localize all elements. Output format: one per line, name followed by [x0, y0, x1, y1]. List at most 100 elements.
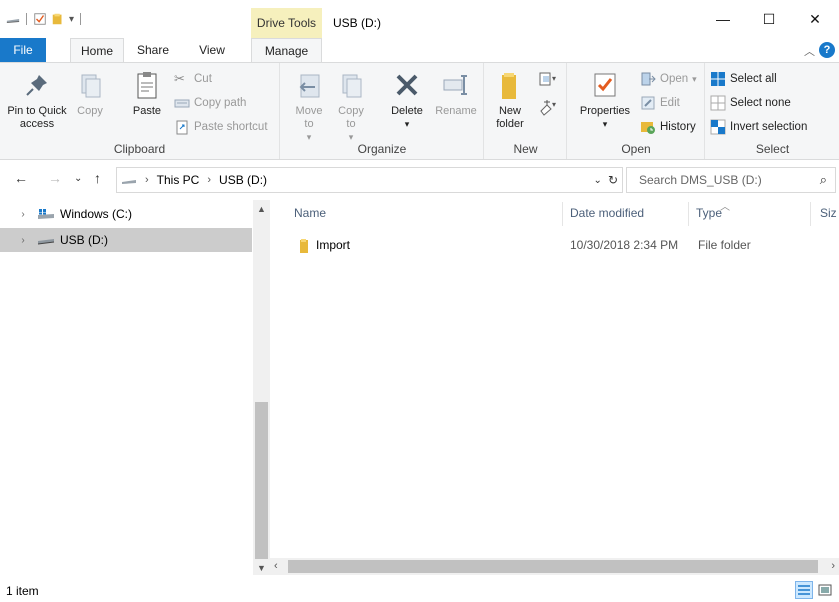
title-bar: ▾ Drive Tools USB (D:) — ☐ ✕: [0, 0, 839, 38]
expand-chevron-icon[interactable]: ›: [14, 209, 32, 220]
nav-vertical-scrollbar[interactable]: ▲ ▼: [253, 200, 270, 575]
item-count: 1 item: [6, 584, 39, 598]
rename-button[interactable]: Rename: [433, 69, 479, 118]
scroll-up-icon[interactable]: ▲: [253, 204, 270, 214]
column-divider[interactable]: [562, 202, 563, 226]
breadcrumb-chevron-icon[interactable]: ›: [145, 174, 149, 186]
details-view-button[interactable]: [795, 581, 813, 599]
separator: [80, 13, 82, 25]
ribbon-tabs: File Home Share View Manage: [0, 38, 839, 63]
copy-to-button[interactable]: Copy to ▾: [333, 69, 369, 144]
breadcrumb-chevron-icon[interactable]: ›: [207, 174, 211, 186]
nav-item-label: Windows (C:): [60, 207, 133, 221]
breadcrumb-usb-drive[interactable]: USB (D:): [219, 173, 267, 187]
select-none-label: Select none: [730, 97, 791, 109]
scroll-right-icon[interactable]: ›: [831, 560, 835, 572]
large-icons-view-icon: [818, 584, 832, 596]
help-icon[interactable]: ?: [819, 42, 835, 58]
breadcrumb-this-pc[interactable]: This PC: [157, 173, 200, 187]
column-header-type[interactable]: Type: [696, 206, 722, 220]
delete-label: Delete: [391, 105, 423, 117]
column-header-size[interactable]: Siz: [820, 206, 837, 220]
refresh-icon[interactable]: ↻: [608, 173, 618, 187]
search-icon[interactable]: ⌕: [820, 172, 827, 188]
search-input[interactable]: Search DMS_USB (D:) ⌕: [626, 167, 836, 193]
edit-icon: [641, 96, 655, 110]
copy-path-button[interactable]: Copy path: [174, 93, 246, 113]
copy-path-icon: [174, 99, 190, 108]
rename-icon: [443, 75, 467, 95]
paste-shortcut-label: Paste shortcut: [194, 121, 268, 133]
column-divider[interactable]: [810, 202, 811, 226]
scroll-left-icon[interactable]: ‹: [274, 560, 278, 572]
properties-button[interactable]: Properties ▾: [576, 69, 634, 131]
nav-item-windows-c[interactable]: › Windows (C:): [0, 202, 252, 226]
select-all-button[interactable]: Select all: [710, 69, 777, 89]
large-icons-view-button[interactable]: [816, 581, 834, 599]
tab-manage[interactable]: Manage: [251, 38, 322, 63]
maximize-button[interactable]: ☐: [746, 4, 792, 34]
new-folder-label: New folder: [496, 105, 524, 130]
address-dropdown-icon[interactable]: ⌄: [594, 175, 602, 186]
move-to-icon: [299, 74, 320, 98]
cut-button[interactable]: ✂ Cut: [174, 69, 212, 89]
expand-chevron-icon[interactable]: ›: [14, 235, 32, 246]
paste-shortcut-button[interactable]: Paste shortcut: [174, 117, 268, 137]
column-header-name[interactable]: Name: [294, 206, 326, 220]
properties-icon: [594, 73, 616, 97]
back-arrow-icon[interactable]: ←: [14, 170, 28, 186]
window-title: USB (D:): [333, 16, 381, 30]
column-divider[interactable]: [688, 202, 689, 226]
paste-shortcut-icon: [176, 120, 188, 135]
scroll-down-icon[interactable]: ▼: [253, 563, 270, 573]
select-group-label: Select: [755, 142, 790, 156]
new-folder-button[interactable]: New folder: [489, 69, 531, 131]
edit-button[interactable]: Edit: [640, 93, 680, 113]
scroll-thumb[interactable]: [288, 560, 818, 573]
open-button[interactable]: Open ▾: [640, 69, 697, 89]
delete-x-icon: [396, 74, 418, 96]
paste-label: Paste: [132, 105, 162, 117]
minimize-button[interactable]: —: [700, 4, 746, 34]
copy-to-label: Copy to: [338, 105, 364, 130]
tab-home[interactable]: Home: [70, 38, 124, 63]
nav-item-usb-d[interactable]: › USB (D:): [0, 228, 252, 252]
tab-share[interactable]: Share: [130, 38, 176, 62]
move-to-button[interactable]: Move to ▾: [291, 69, 327, 144]
address-bar[interactable]: › This PC › USB (D:) ⌄ ↻: [116, 167, 623, 193]
tab-file[interactable]: File: [0, 38, 46, 62]
select-all-label: Select all: [730, 73, 777, 85]
close-button[interactable]: ✕: [792, 4, 838, 34]
clipboard-group-label: Clipboard: [113, 142, 166, 156]
customize-qat-icon[interactable]: ▾: [69, 14, 74, 25]
invert-selection-button[interactable]: Invert selection: [710, 117, 807, 137]
delete-button[interactable]: Delete ▾: [385, 69, 429, 131]
pin-icon: [26, 75, 47, 96]
svg-text:▾: ▾: [552, 74, 556, 83]
separator: [26, 13, 27, 25]
select-none-button[interactable]: Select none: [710, 93, 791, 113]
file-list-horizontal-scrollbar[interactable]: ‹ ›: [270, 558, 839, 575]
file-row[interactable]: Import 10/30/2018 2:34 PM File folder: [288, 234, 828, 256]
folder-icon: [502, 73, 516, 99]
scroll-thumb[interactable]: [255, 402, 268, 559]
drive-icon[interactable]: [6, 12, 20, 26]
history-button[interactable]: History: [640, 117, 696, 137]
paste-button[interactable]: Paste: [126, 69, 168, 118]
collapse-ribbon-icon[interactable]: ︿: [804, 43, 815, 59]
details-view-icon: [798, 585, 810, 595]
usb-drive-icon: [37, 239, 55, 245]
select-all-icon: [711, 72, 725, 86]
properties-check-icon[interactable]: [33, 12, 47, 26]
copy-button[interactable]: Copy: [72, 69, 108, 118]
up-arrow-icon[interactable]: ↑: [94, 170, 101, 186]
new-folder-icon[interactable]: [51, 12, 65, 26]
pin-to-quick-access-button[interactable]: Pin to Quick access: [4, 69, 70, 131]
easy-access-icon[interactable]: ▾: [537, 97, 561, 117]
forward-arrow-icon[interactable]: →: [48, 170, 62, 186]
tab-view[interactable]: View: [190, 38, 234, 62]
search-placeholder: Search DMS_USB (D:): [639, 173, 762, 187]
recent-locations-icon[interactable]: ⌄: [74, 173, 82, 184]
column-header-date-modified[interactable]: Date modified: [570, 206, 644, 220]
new-item-icon[interactable]: ▾: [537, 71, 561, 91]
